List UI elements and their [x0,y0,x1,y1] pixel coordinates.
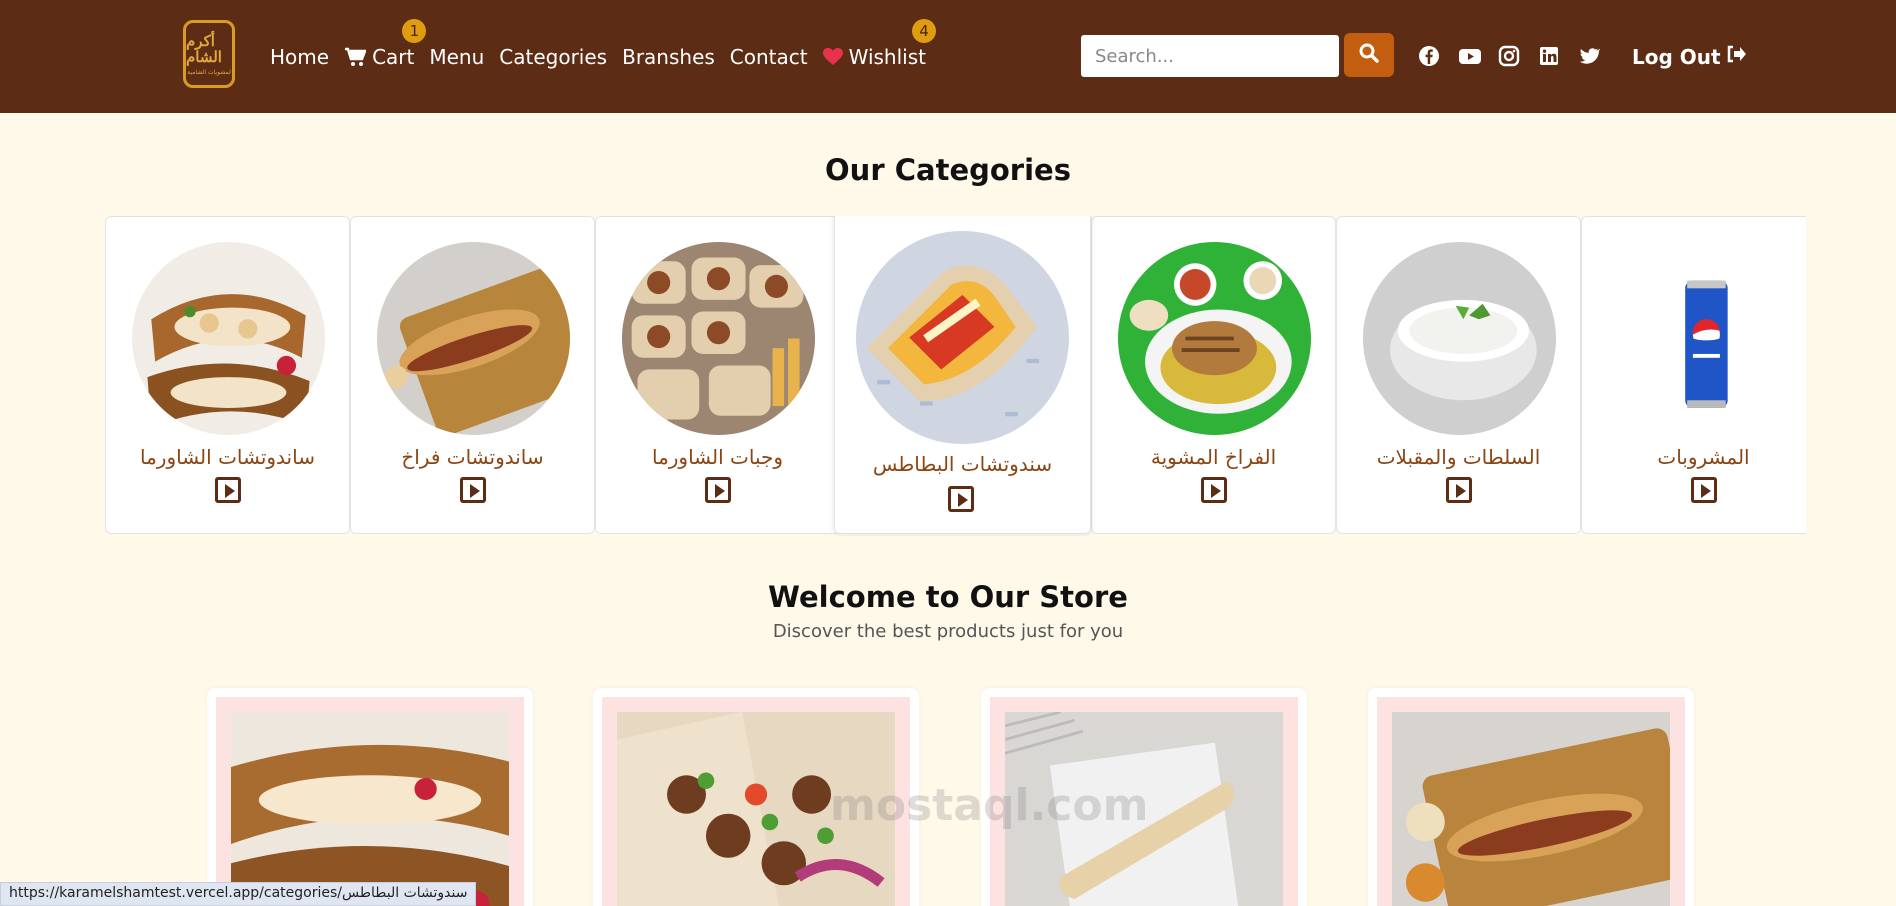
welcome-title: Welcome to Our Store [768,580,1128,614]
heart-icon [822,47,843,66]
nav-categories-label: Categories [499,44,608,69]
browser-status-url: https://karamelshamtest.vercel.app/categ… [0,882,477,906]
category-image [1363,242,1556,435]
logout-label: Log Out [1632,44,1721,69]
watermark: mostaql.com [830,780,1149,831]
play-icon[interactable] [705,477,731,503]
product-card[interactable] [1368,688,1694,906]
category-card[interactable]: السلطات والمقبلات [1336,216,1581,534]
category-name: ساندوتشات الشاورما [140,445,315,469]
nav-cart-label: Cart [372,44,415,69]
nav-menu-link[interactable]: Menu [429,45,484,69]
category-card[interactable]: وجبات الشاورما [595,216,840,534]
nav-home-label: Home [270,44,330,69]
product-frame [216,697,524,906]
instagram-icon[interactable] [1498,45,1520,67]
nav-wishlist-link[interactable]: Wishlist 4 [822,18,936,69]
facebook-icon[interactable] [1418,45,1440,67]
navbar: أكرم الشام لمشويات الشامية Home Cart 1 M… [0,0,1896,113]
social-links [1418,45,1602,67]
logo-text: أكرم الشام [186,31,222,66]
nav-links: Home Cart 1 Menu Categories Branshes Con… [270,0,941,113]
product-frame [1377,697,1685,906]
category-name: سندوتشات البطاطس [872,452,1053,476]
category-image [132,242,325,435]
welcome-subtitle: Discover the best products just for you [772,621,1124,642]
twitter-icon[interactable] [1578,45,1602,67]
logout-button[interactable]: Log Out [1632,44,1747,69]
wishlist-count-badge: 4 [911,18,936,43]
category-card[interactable]: ساندوتشات الشاورما [105,216,350,534]
nav-branches-label: Branshes [622,44,715,69]
category-image [1118,242,1311,435]
product-image [231,712,509,906]
categories-title: Our Categories [825,153,1071,187]
nav-wishlist-label: Wishlist [848,44,926,69]
nav-branches-link[interactable]: Branshes [622,45,715,69]
play-icon[interactable] [948,486,974,512]
search-input[interactable] [1081,35,1339,77]
search-icon [1359,43,1379,67]
category-name: السلطات والمقبلات [1376,445,1541,469]
play-icon[interactable] [1446,477,1472,503]
category-image [622,242,815,435]
category-name: الفراخ المشوية [1150,445,1277,469]
search-button[interactable] [1344,33,1394,77]
category-name: ساندوتشات فراخ [401,445,544,469]
play-icon[interactable] [215,477,241,503]
category-image [1608,242,1801,435]
play-icon[interactable] [1691,477,1717,503]
nav-home-link[interactable]: Home [270,45,329,69]
product-card[interactable] [207,688,533,906]
category-name: وجبات الشاورما [651,445,784,469]
linkedin-icon[interactable] [1538,45,1560,67]
play-icon[interactable] [460,477,486,503]
nav-menu-label: Menu [429,44,485,69]
category-card[interactable]: المشروبات [1581,216,1806,534]
logout-icon [1725,44,1747,69]
cart-icon [344,47,367,67]
nav-cart-link[interactable]: Cart 1 [344,18,427,69]
category-card[interactable]: الفراخ المشوية [1091,216,1336,534]
categories-carousel: ساندوتشات الشاورما ساندوتشات فراخ وجبات … [105,216,1806,536]
youtube-icon[interactable] [1458,45,1481,67]
cart-count-badge: 1 [402,18,427,43]
nav-contact-link[interactable]: Contact [730,45,808,69]
category-name: المشروبات [1657,445,1750,469]
category-image [377,242,570,435]
nav-contact-label: Contact [729,44,808,69]
category-card-active[interactable]: سندوتشات البطاطس [834,216,1091,534]
logo-tagline: لمشويات الشامية [187,68,231,76]
product-image [1392,712,1670,906]
play-icon[interactable] [1201,477,1227,503]
nav-categories-link[interactable]: Categories [499,45,607,69]
category-card[interactable]: ساندوتشات فراخ [350,216,595,534]
category-image [856,231,1069,444]
brand-logo[interactable]: أكرم الشام لمشويات الشامية [183,20,235,88]
